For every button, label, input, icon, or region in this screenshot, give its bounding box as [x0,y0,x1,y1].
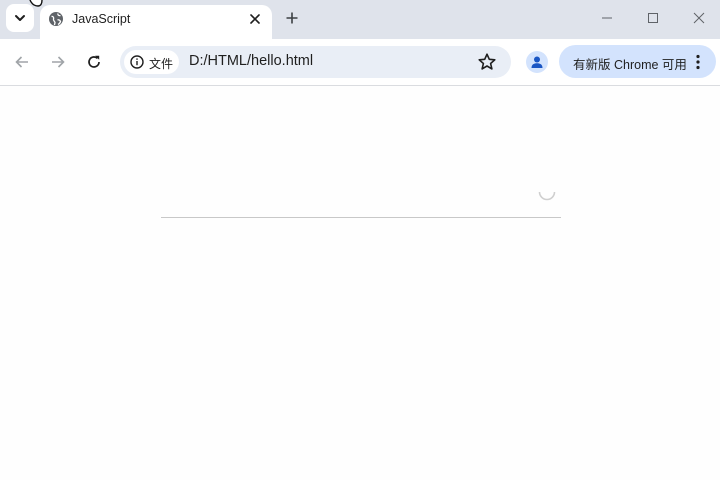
tab-search-button[interactable] [6,4,34,32]
profile-button[interactable] [526,51,548,73]
tab-strip: JavaScript [0,0,720,39]
menu-button[interactable] [690,53,706,71]
loading-spinner-icon [538,191,556,201]
address-bar[interactable]: 文件 D:/HTML/hello.html [120,46,511,78]
site-info-label: 文件 [149,57,174,71]
kebab-icon [696,54,700,70]
divider-line [161,217,561,218]
star-icon[interactable] [477,52,497,72]
update-chrome-button[interactable]: 有新版 Chrome 可用 [559,45,716,78]
globe-icon [49,12,63,26]
minimize-icon [602,17,612,19]
reload-icon [88,55,100,68]
update-label: 有新版 Chrome 可用 [573,58,687,72]
tab-title: JavaScript [72,12,131,26]
arrow-right-icon [52,56,65,68]
plus-icon [286,12,298,24]
close-window-icon [693,12,705,24]
new-tab-button[interactable] [282,8,302,28]
back-button[interactable] [11,51,33,73]
maximize-icon [648,13,658,23]
reload-button[interactable] [83,51,105,73]
url-text[interactable]: D:/HTML/hello.html [189,53,313,69]
close-window-button[interactable] [687,6,711,30]
arrow-left-icon [15,56,28,68]
mouse-cursor-icon [29,0,43,7]
person-icon [531,56,543,68]
info-icon [130,55,144,69]
tab-javascript[interactable]: JavaScript [40,5,272,39]
minimize-button[interactable] [595,6,619,30]
maximize-button[interactable] [641,6,665,30]
page-content [0,86,720,480]
forward-button[interactable] [47,51,69,73]
tab-close-button[interactable] [246,10,264,28]
site-info-chip[interactable]: 文件 [124,50,179,74]
close-icon [250,14,260,24]
toolbar: 文件 D:/HTML/hello.html 有新版 Chrome 可用 [0,39,720,86]
chevron-down-icon [15,15,25,21]
